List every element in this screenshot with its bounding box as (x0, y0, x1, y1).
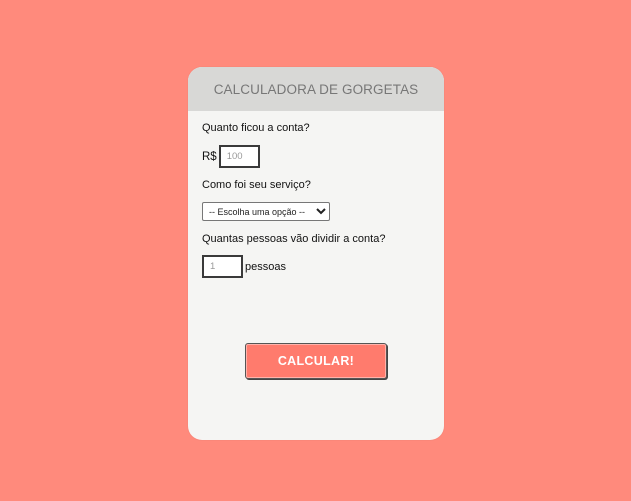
card-header: CALCULADORA DE GORGETAS (188, 67, 444, 111)
tip-calculator-card: CALCULADORA DE GORGETAS Quanto ficou a c… (188, 67, 444, 440)
service-label: Como foi seu serviço? (202, 179, 311, 191)
service-row: -- Escolha uma opção -- (202, 202, 330, 221)
service-select[interactable]: -- Escolha uma opção -- (202, 202, 330, 221)
people-count-input[interactable] (202, 255, 243, 278)
calculate-button[interactable]: CALCULAR! (245, 343, 387, 379)
currency-symbol: R$ (202, 150, 217, 163)
bill-amount-input[interactable] (218, 145, 260, 168)
people-row: pessoas (202, 255, 286, 278)
people-unit-label: pessoas (245, 260, 286, 273)
bill-label: Quanto ficou a conta? (202, 122, 310, 134)
bill-row: R$ (202, 145, 260, 168)
people-label: Quantas pessoas vão dividir a conta? (202, 233, 386, 245)
page-title: CALCULADORA DE GORGETAS (213, 81, 419, 97)
